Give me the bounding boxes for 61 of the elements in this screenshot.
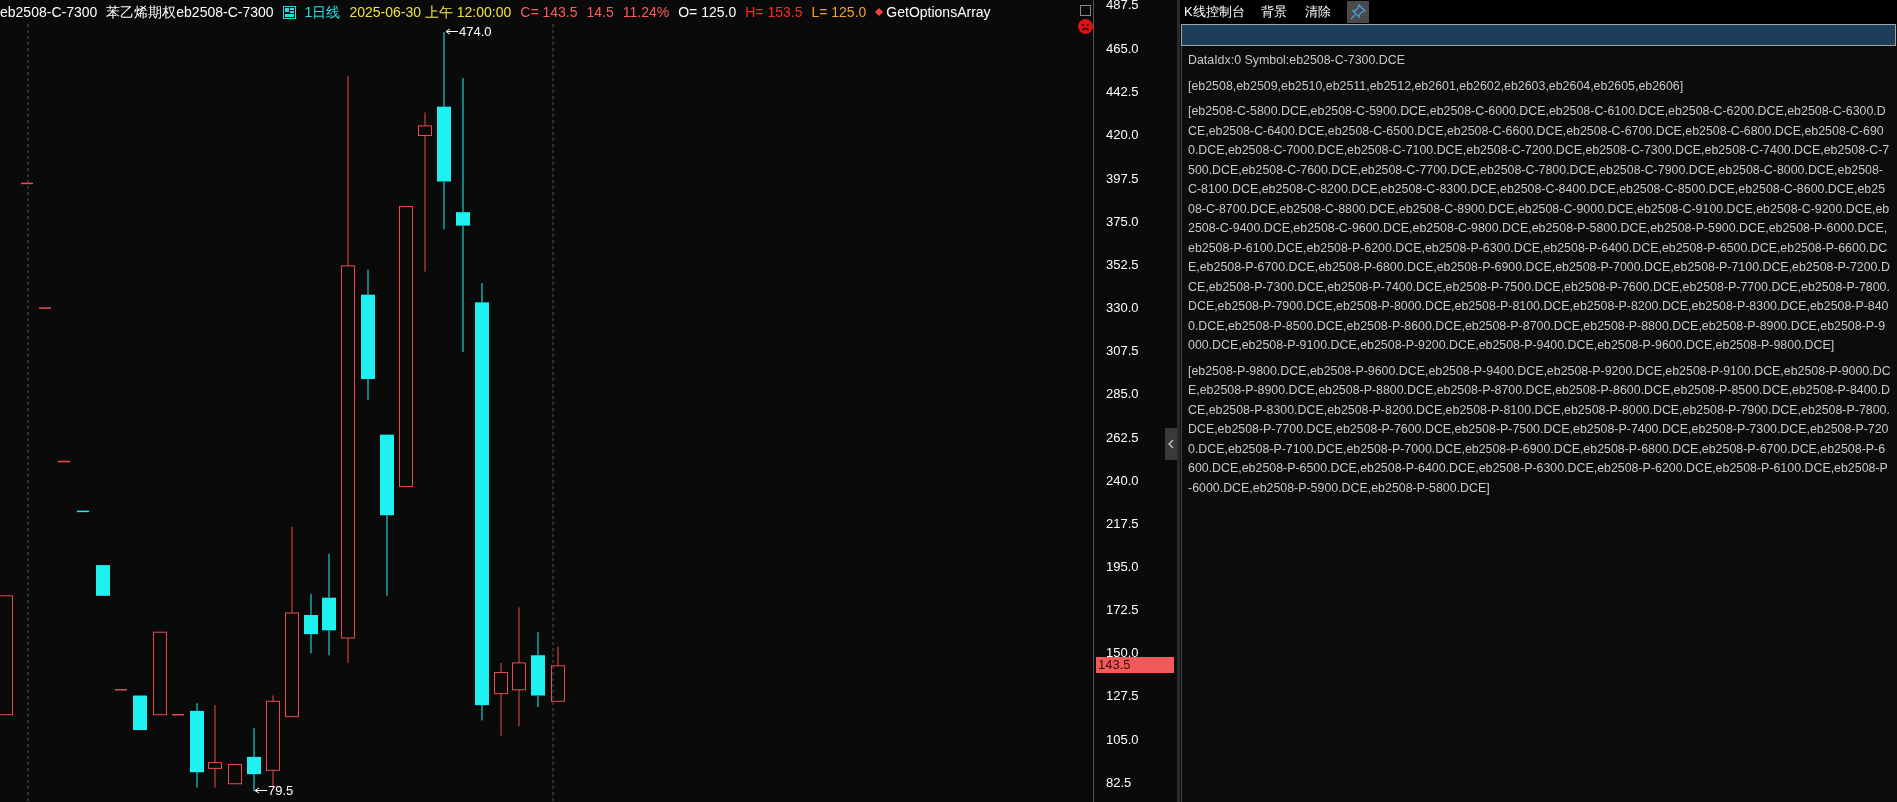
axis-label: 442.5	[1106, 85, 1139, 100]
candlestick	[96, 565, 110, 596]
candlestick	[228, 764, 242, 785]
candlestick	[171, 713, 185, 716]
price-label: 474.0	[459, 23, 492, 41]
candlestick	[114, 689, 128, 691]
header-text: eb2508-C-7300	[0, 2, 98, 22]
candlestick	[76, 510, 90, 513]
axis-label: 487.5	[1106, 0, 1139, 12]
axis-label: 352.5	[1106, 257, 1139, 272]
axis-label: 127.5	[1106, 689, 1139, 704]
header-text: 苯乙烯期权eb2508-C-7300	[106, 2, 274, 22]
axis-label: 262.5	[1106, 430, 1139, 445]
toolbar-button[interactable]: 背景	[1258, 2, 1289, 22]
command-input-field[interactable]	[1181, 24, 1896, 46]
axis-label: 285.0	[1106, 387, 1139, 402]
diamond-icon	[875, 8, 884, 16]
axis-label: 240.0	[1106, 473, 1139, 488]
arrow-icon	[255, 787, 267, 795]
axis-label: 397.5	[1106, 171, 1139, 186]
axis-label: 82.5	[1106, 775, 1132, 790]
candlestick	[57, 460, 71, 463]
axis-label: 375.0	[1106, 214, 1139, 229]
axis-label: 217.5	[1106, 516, 1139, 531]
axis-label: 307.5	[1106, 344, 1139, 359]
collapse-handle[interactable]	[1165, 428, 1177, 460]
candlestick	[304, 593, 318, 654]
arrow-icon	[446, 28, 458, 36]
checkbox[interactable]	[1080, 5, 1091, 16]
header-text: H= 153.5	[745, 2, 803, 22]
header-text: C= 143.5	[520, 2, 578, 22]
header-text: GetOptionsArray	[886, 2, 991, 22]
pin-icon	[1349, 4, 1366, 20]
output-line: [eb2508-P-9800.DCE,eb2508-P-9600.DCE,eb2508-P-9400.DCE,eb2508-P-9200.DCE,eb2508-P-9100.DCE,eb2508-P-9000.DCE,eb2508-P-8900.DCE,eb2508-P-8800.DCE,eb2508-P-8700.DCE,eb2508-P-8600.DCE,eb2508-P-8500.DCE,eb2508-P-8400.DCE,eb2508-P-8300.DCE,eb2508-P-8200.DCE,eb2508-P-8100.DCE,eb2508-P-8000.DCE,eb2508-P-7900.DCE,eb2508-P-7800.DCE,eb2508-P-7700.DCE,eb2508-P-7600.DCE,eb2508-P-7500.DCE,eb2508-P-7400.DCE,eb2508-P-7300.DCE,eb2508-P-7200.DCE,eb2508-P-7100.DCE,eb2508-P-7000.DCE,eb2508-P-6900.DCE,eb2508-P-6800.DCE,eb2508-P-6700.DCE,eb2508-P-6600.DCE,eb2508-P-6500.DCE,eb2508-P-6400.DCE,eb2508-P-6300.DCE,eb2508-P-6200.DCE,eb2508-P-6100.DCE,eb2508-P-6000.DCE,eb2508-P-5900.DCE,eb2508-P-5800.DCE]	[1188, 362, 1891, 497]
axis-label: 195.0	[1106, 560, 1139, 574]
grid-icon	[282, 5, 296, 19]
price-label: 79.5	[268, 782, 294, 800]
header-text: 1日线	[304, 2, 341, 22]
candlestick	[133, 695, 147, 731]
candlestick	[247, 727, 261, 792]
candlestick	[551, 646, 565, 702]
pin-button[interactable]	[1346, 1, 1369, 23]
output-line: [eb2508,eb2509,eb2510,eb2511,eb2512,eb2601,eb2602,eb2603,eb2604,eb2605,eb2606]	[1188, 77, 1685, 95]
output-line: [eb2508-C-5800.DCE,eb2508-C-5900.DCE,eb2508-C-6000.DCE,eb2508-C-6100.DCE,eb2508-C-6200.DCE,eb2508-C-6300.DCE,eb2508-C-6400.DCE,eb2508-C-6500.DCE,eb2508-C-6600.DCE,eb2508-C-6700.DCE,eb2508-C-6800.DCE,eb2508-C-6900.DCE,eb2508-C-7000.DCE,eb2508-C-7100.DCE,eb2508-C-7200.DCE,eb2508-C-7300.DCE,eb2508-C-7400.DCE,eb2508-C-7500.DCE,eb2508-C-7600.DCE,eb2508-C-7700.DCE,eb2508-C-7800.DCE,eb2508-C-7900.DCE,eb2508-C-8000.DCE,eb2508-C-8100.DCE,eb2508-C-8200.DCE,eb2508-C-8300.DCE,eb2508-C-8400.DCE,eb2508-C-8500.DCE,eb2508-C-8600.DCE,eb2508-C-8700.DCE,eb2508-C-8800.DCE,eb2508-C-8900.DCE,eb2508-C-9000.DCE,eb2508-C-9100.DCE,eb2508-C-9200.DCE,eb2508-C-9400.DCE,eb2508-C-9600.DCE,eb2508-C-9800.DCE,eb2508-P-5800.DCE,eb2508-P-5900.DCE,eb2508-P-6000.DCE,eb2508-P-6100.DCE,eb2508-P-6200.DCE,eb2508-P-6300.DCE,eb2508-P-6400.DCE,eb2508-P-6500.DCE,eb2508-P-6600.DCE,eb2508-P-6700.DCE,eb2508-P-6800.DCE,eb2508-P-6900.DCE,eb2508-P-7000.DCE,eb2508-P-7100.DCE,eb2508-P-7200.DCE,eb2508-P-7300.DCE,eb2508-P-7400.DCE,eb2508-P-7500.DCE,eb2508-P-7600.DCE,eb2508-P-7700.DCE,eb2508-P-7800.DCE,eb2508-P-7900.DCE,eb2508-P-8000.DCE,eb2508-P-8100.DCE,eb2508-P-8200.DCE,eb2508-P-8300.DCE,eb2508-P-8400.DCE,eb2508-P-8500.DCE,eb2508-P-8600.DCE,eb2508-P-8700.DCE,eb2508-P-8800.DCE,eb2508-P-8900.DCE,eb2508-P-9000.DCE,eb2508-P-9100.DCE,eb2508-P-9200.DCE,eb2508-P-9400.DCE,eb2508-P-9600.DCE,eb2508-P-9800.DCE]	[1188, 103, 1891, 354]
axis-label: 465.0	[1106, 42, 1139, 57]
axis-label: 330.0	[1106, 301, 1139, 316]
axis-label: 105.0	[1106, 732, 1139, 747]
header-text: 11.24%	[622, 2, 670, 22]
candlestick	[20, 182, 34, 185]
output-line: DataIdx:0 Symbol:eb2508-C-7300.DCE	[1188, 52, 1406, 69]
console-title: K线控制台	[1184, 3, 1245, 22]
price-tag: 143.5	[1096, 657, 1174, 673]
header-text: O= 125.0	[678, 2, 737, 22]
header-text: 14.5	[586, 2, 614, 22]
axis-label: 172.5	[1106, 603, 1139, 618]
header-text: 2025-06-30 上午 12:00:00	[349, 2, 512, 22]
chevron-left-icon	[1168, 439, 1174, 449]
toolbar-button[interactable]: 清除	[1302, 2, 1333, 22]
header-text: L= 125.0	[811, 2, 867, 22]
axis-label: 420.0	[1106, 128, 1139, 143]
candlestick	[38, 307, 52, 309]
